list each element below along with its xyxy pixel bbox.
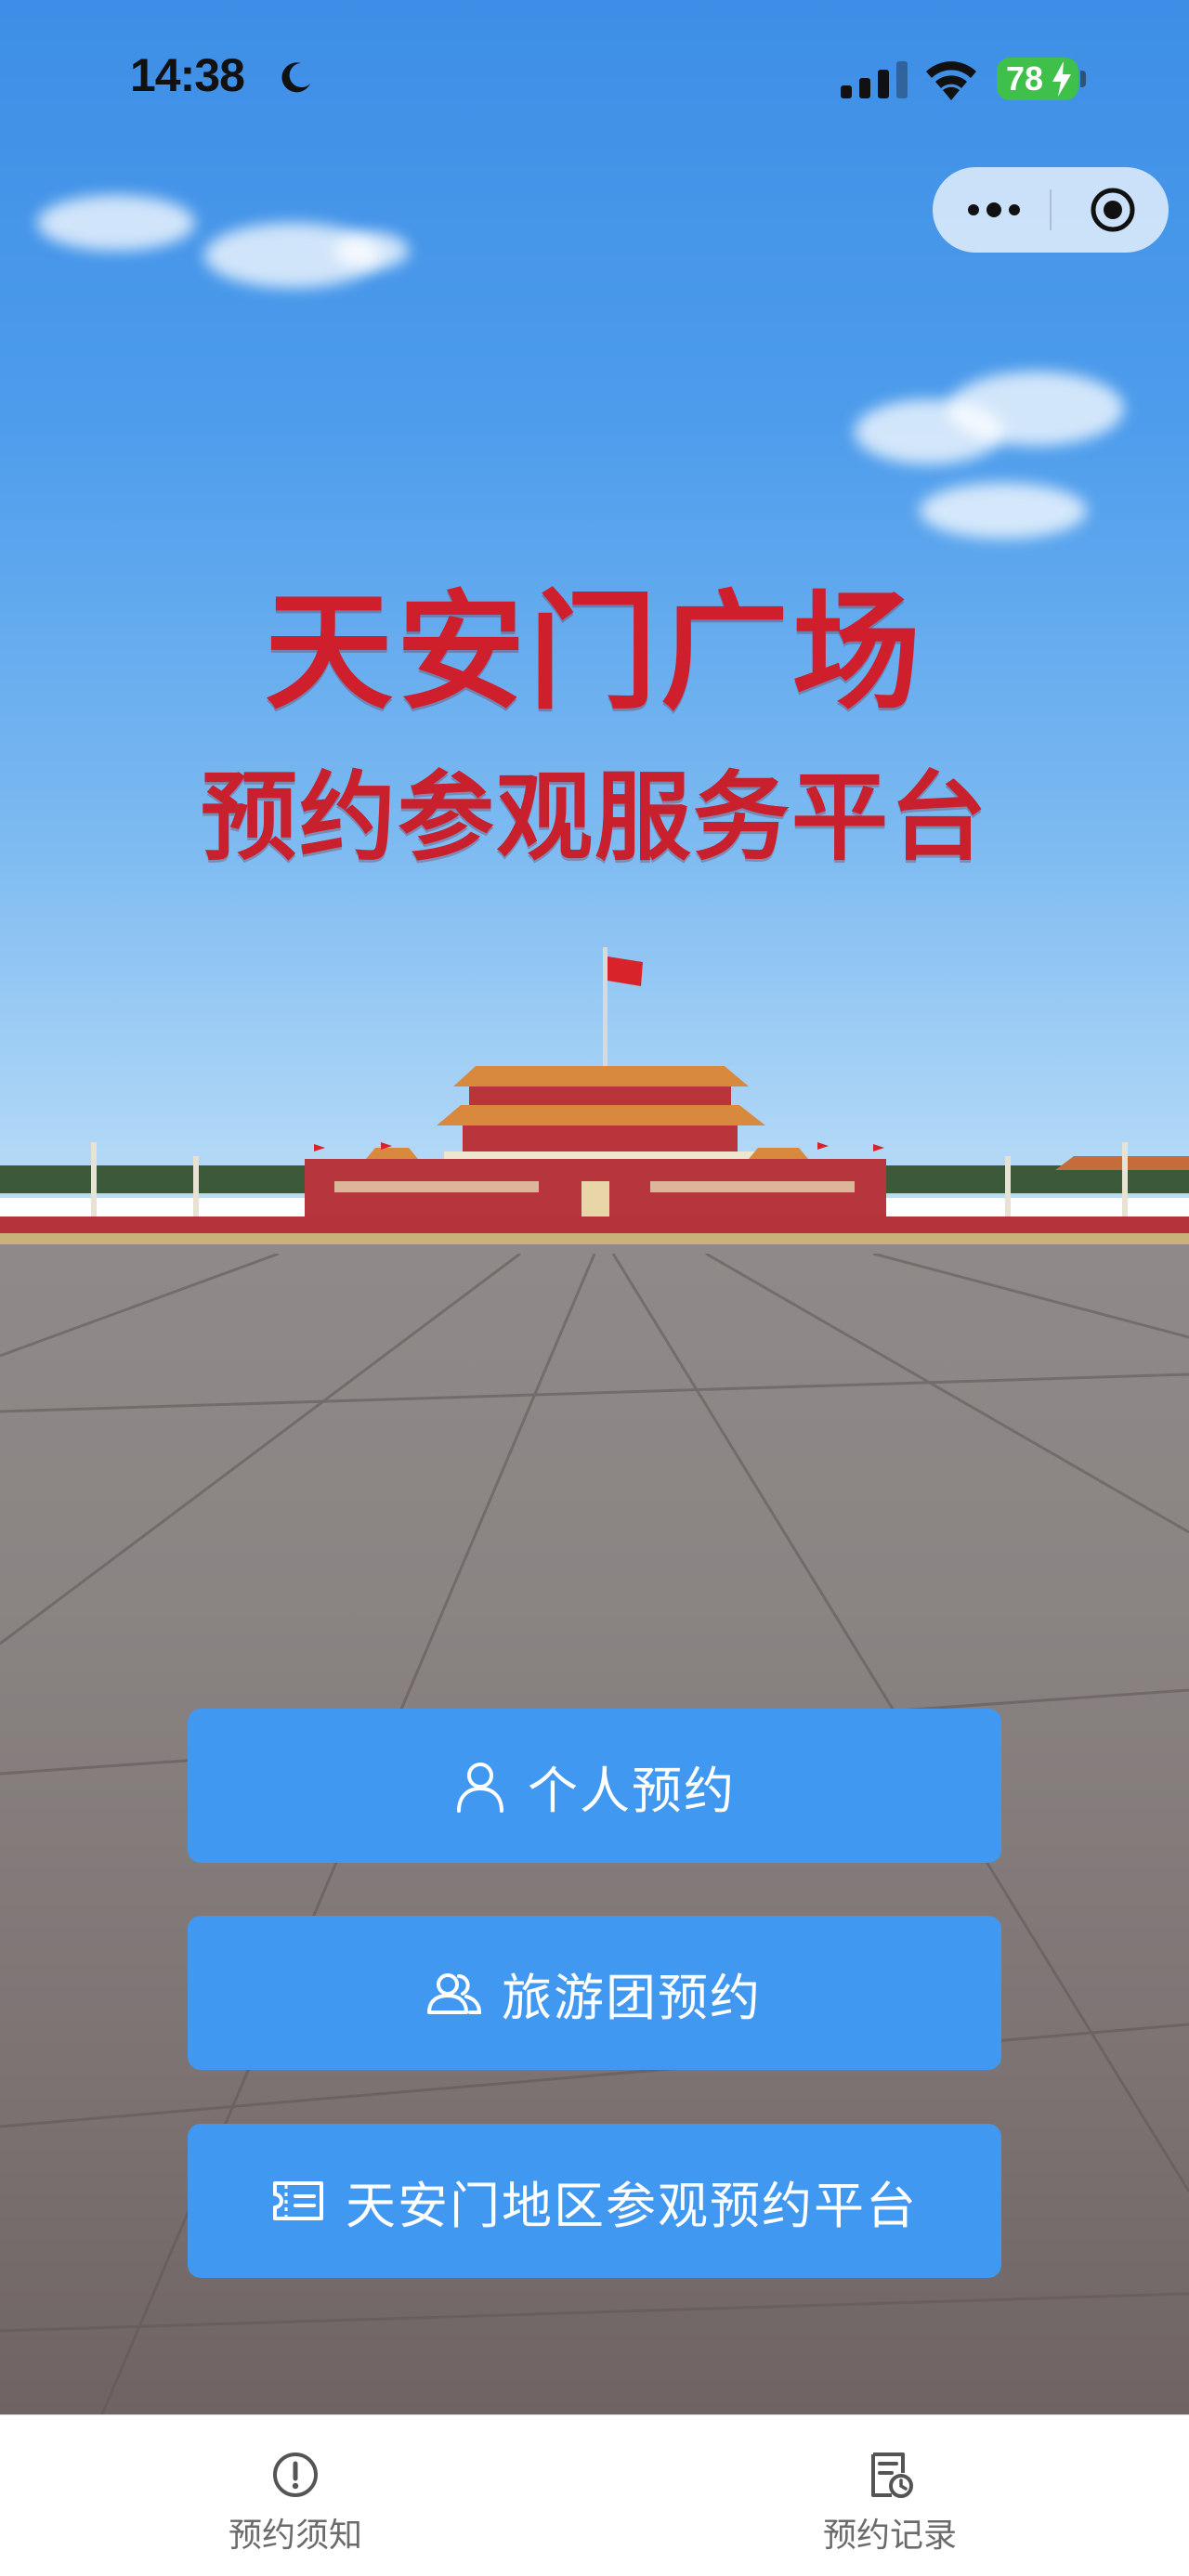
- tiananmen-gate-illustration: [0, 947, 1189, 1246]
- capsule-divider: [1050, 189, 1052, 230]
- hero-title: 天安门广场: [264, 578, 924, 727]
- more-icon[interactable]: [966, 195, 1022, 225]
- status-bar: 14:38 78: [0, 0, 1189, 158]
- cloud: [37, 195, 195, 251]
- moon-icon: [281, 62, 310, 93]
- tiananmen-area-platform-button[interactable]: 天安门地区参观预约平台: [188, 2124, 1001, 2278]
- hero-subtitle: 预约参观服务平台: [200, 761, 988, 874]
- personal-reservation-label: 个人预约: [528, 1761, 736, 1820]
- tour-group-reservation-label: 旅游团预约: [502, 1968, 762, 2027]
- personal-reservation-button[interactable]: 个人预约: [188, 1709, 1001, 1863]
- battery-tip: [1080, 71, 1086, 87]
- tab-reservation-notice-label: 预约须知: [228, 2517, 362, 2555]
- cloud: [334, 232, 409, 269]
- tab-reservation-records-label: 预约记录: [822, 2517, 957, 2555]
- cloud: [947, 371, 1124, 446]
- group-icon: [427, 1973, 481, 2014]
- status-time: 14:38: [130, 49, 245, 101]
- signal-icon: [841, 61, 908, 98]
- miniprogram-capsule: [933, 167, 1169, 253]
- document-clock-icon: [871, 2452, 913, 2498]
- target-icon[interactable]: [1089, 186, 1137, 234]
- tab-reservation-records[interactable]: 预约记录: [769, 2415, 1011, 2576]
- bottom-tab-bar: 预约须知 预约记录: [0, 2414, 1189, 2576]
- tiananmen-area-platform-label: 天安门地区参观预约平台: [346, 2176, 918, 2235]
- tour-group-reservation-button[interactable]: 旅游团预约: [188, 1916, 1001, 2070]
- cloud: [920, 483, 1087, 539]
- tab-reservation-notice[interactable]: 预约须知: [175, 2415, 416, 2576]
- battery-level: 78: [1006, 59, 1044, 98]
- ticket-icon: [273, 2181, 323, 2220]
- screen: 14:38 78 天安门广场 预约参观服务平台 个人预约 旅游团预约 天安门地区…: [0, 0, 1189, 2576]
- exclamation-circle-icon: [273, 2452, 318, 2497]
- person-icon: [457, 1763, 503, 1813]
- bolt-icon: [1052, 61, 1071, 97]
- wifi-icon: [926, 61, 976, 100]
